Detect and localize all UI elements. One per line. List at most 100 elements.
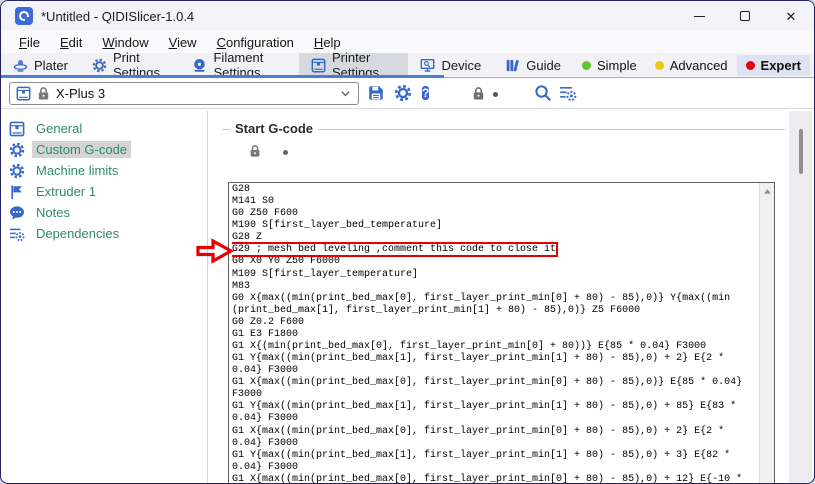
flag-icon [9, 184, 25, 200]
sidebar-item-dependencies[interactable]: Dependencies [1, 223, 207, 244]
advanced-dot-icon [655, 61, 664, 70]
sidebar-item-label: Dependencies [32, 225, 123, 242]
scroll-up-icon[interactable] [762, 186, 773, 197]
sidebar-item-notes[interactable]: Notes [1, 202, 207, 223]
gcode-line: M109 S[first_layer_temperature] [232, 269, 757, 281]
tab-label: Plater [34, 58, 68, 73]
mode-label: Advanced [670, 58, 728, 73]
plater-icon [13, 58, 28, 73]
gcode-line: G28 [232, 184, 757, 196]
preset-toolbar: X-Plus 3 ? [1, 78, 814, 109]
gcode-line: 0.04} F3000 [232, 365, 757, 377]
notes-icon [9, 205, 25, 221]
tab-printer-settings[interactable]: Printer Settings [299, 53, 409, 77]
tab-label: Device [441, 58, 481, 73]
tab-plater[interactable]: Plater [1, 53, 80, 77]
guide-icon [505, 58, 520, 73]
menu-edit[interactable]: Edit [50, 33, 92, 52]
close-button[interactable]: ✕ [768, 1, 814, 31]
sidebar-item-custom-g-code[interactable]: Custom G-code [1, 139, 207, 160]
title-bar[interactable]: *Untitled - QIDISlicer-1.0.4 ✕ [1, 1, 814, 31]
lock-icon [471, 86, 486, 104]
menu-view[interactable]: View [159, 33, 207, 52]
tab-device[interactable]: Device [408, 53, 493, 77]
menu-help[interactable]: Help [304, 33, 351, 52]
mode-expert[interactable]: Expert [737, 55, 810, 76]
gcode-line: 0.04} F3000 [232, 462, 757, 474]
chevron-down-icon [339, 87, 352, 100]
preset-settings-button[interactable] [394, 84, 412, 102]
settings-sidebar: General Custom G-code Machine limits Extrud… [1, 111, 208, 483]
tab-print-settings[interactable]: Print Settings [80, 53, 181, 77]
tab-bar: Plater Print SettingsFilament SettingsPri… [1, 53, 814, 78]
gcode-line: 0.04} F3000 [232, 413, 757, 425]
printer-preset-select[interactable]: X-Plus 3 [9, 82, 359, 105]
help-icon: ? [422, 86, 429, 100]
gcode-line: M141 S0 [232, 196, 757, 208]
gcode-line: M83 [232, 281, 757, 293]
gcode-line: G0 Z0.2 F600 [232, 317, 757, 329]
menu-window[interactable]: Window [92, 33, 158, 52]
main-panel: Start G-code G28M141 S0G0 Z50 F600M190 S… [208, 111, 814, 483]
tab-filament-settings[interactable]: Filament Settings [180, 53, 299, 77]
app-window: *Untitled - QIDISlicer-1.0.4 ✕ FileEditW… [0, 0, 815, 484]
sidebar-item-label: Custom G-code [32, 141, 131, 158]
search-settings-button[interactable] [559, 84, 577, 102]
lock-icon [36, 86, 51, 101]
mode-advanced[interactable]: Advanced [646, 55, 737, 76]
dot-indicator [493, 92, 498, 97]
groupbox-title: Start G-code [230, 121, 318, 136]
gcode-line: G1 X{(min(print_bed_max[0], first_layer_… [232, 341, 757, 353]
gcode-line: G1 E3 F1800 [232, 329, 757, 341]
help-button[interactable]: ? [422, 84, 440, 102]
gear-icon [9, 142, 25, 158]
gcode-line: G1 Y{max((min(print_bed_max[1], first_la… [232, 401, 757, 413]
annotation-arrow-icon [195, 237, 235, 265]
dot-indicator [283, 150, 288, 155]
gcode-line: (print_bed_max[1], first_layer_print_min… [232, 305, 757, 317]
search-button[interactable] [534, 84, 552, 102]
save-preset-button[interactable] [367, 84, 385, 102]
gear-icon [9, 163, 25, 179]
close-icon: ✕ [786, 10, 797, 23]
editor-scrollbar[interactable] [759, 183, 774, 484]
minimize-icon [694, 16, 705, 17]
sidebar-item-extruder-1[interactable]: Extruder 1 [1, 181, 207, 202]
mode-simple[interactable]: Simple [573, 55, 646, 76]
tab-label: Guide [526, 58, 561, 73]
maximize-button[interactable] [722, 1, 768, 31]
simple-dot-icon [582, 61, 591, 70]
sidebar-item-label: Extruder 1 [32, 183, 100, 200]
sidebar-item-label: Notes [32, 204, 74, 221]
filament-icon [192, 58, 207, 73]
mode-label: Expert [761, 58, 801, 73]
gcode-line: 0.04} F3000 [232, 438, 757, 450]
expert-dot-icon [746, 61, 755, 70]
sidebar-item-general[interactable]: General [1, 118, 207, 139]
page-scrollbar[interactable] [789, 111, 812, 483]
printer-icon [311, 58, 326, 73]
menu-file[interactable]: File [9, 33, 50, 52]
page-scrollbar-thumb[interactable] [799, 129, 803, 174]
gcode-line: G28 Z [232, 232, 757, 244]
mode-label: Simple [597, 58, 637, 73]
maximize-icon [740, 11, 750, 21]
gcode-line: G0 X0 Y0 Z50 F6000 [232, 256, 757, 268]
printer-icon [9, 121, 25, 137]
gcode-line: G0 Z50 F600 [232, 208, 757, 220]
gcode-line: G1 X{max((min(print_bed_max[0], first_la… [232, 426, 757, 438]
gcode-line: G1 X{max((min(print_bed_max[0], first_la… [232, 474, 757, 484]
minimize-button[interactable] [676, 1, 722, 31]
menu-configuration[interactable]: Configuration [207, 33, 304, 52]
printer-icon [16, 86, 31, 101]
preset-value: X-Plus 3 [56, 86, 334, 101]
start-gcode-textarea[interactable]: G28M141 S0G0 Z50 F600M190 S[first_layer_… [228, 182, 775, 484]
gear-icon [92, 58, 107, 73]
lock-icon [248, 144, 262, 158]
gcode-line: F3000 [232, 389, 757, 401]
window-title: *Untitled - QIDISlicer-1.0.4 [41, 9, 194, 24]
gcode-line-highlighted: G29 ; mesh bed leveling ,comment this co… [232, 244, 757, 256]
sidebar-item-machine-limits[interactable]: Machine limits [1, 160, 207, 181]
gcode-line: G1 Y{max((min(print_bed_max[1], first_la… [232, 450, 757, 462]
tab-guide[interactable]: Guide [493, 53, 573, 77]
